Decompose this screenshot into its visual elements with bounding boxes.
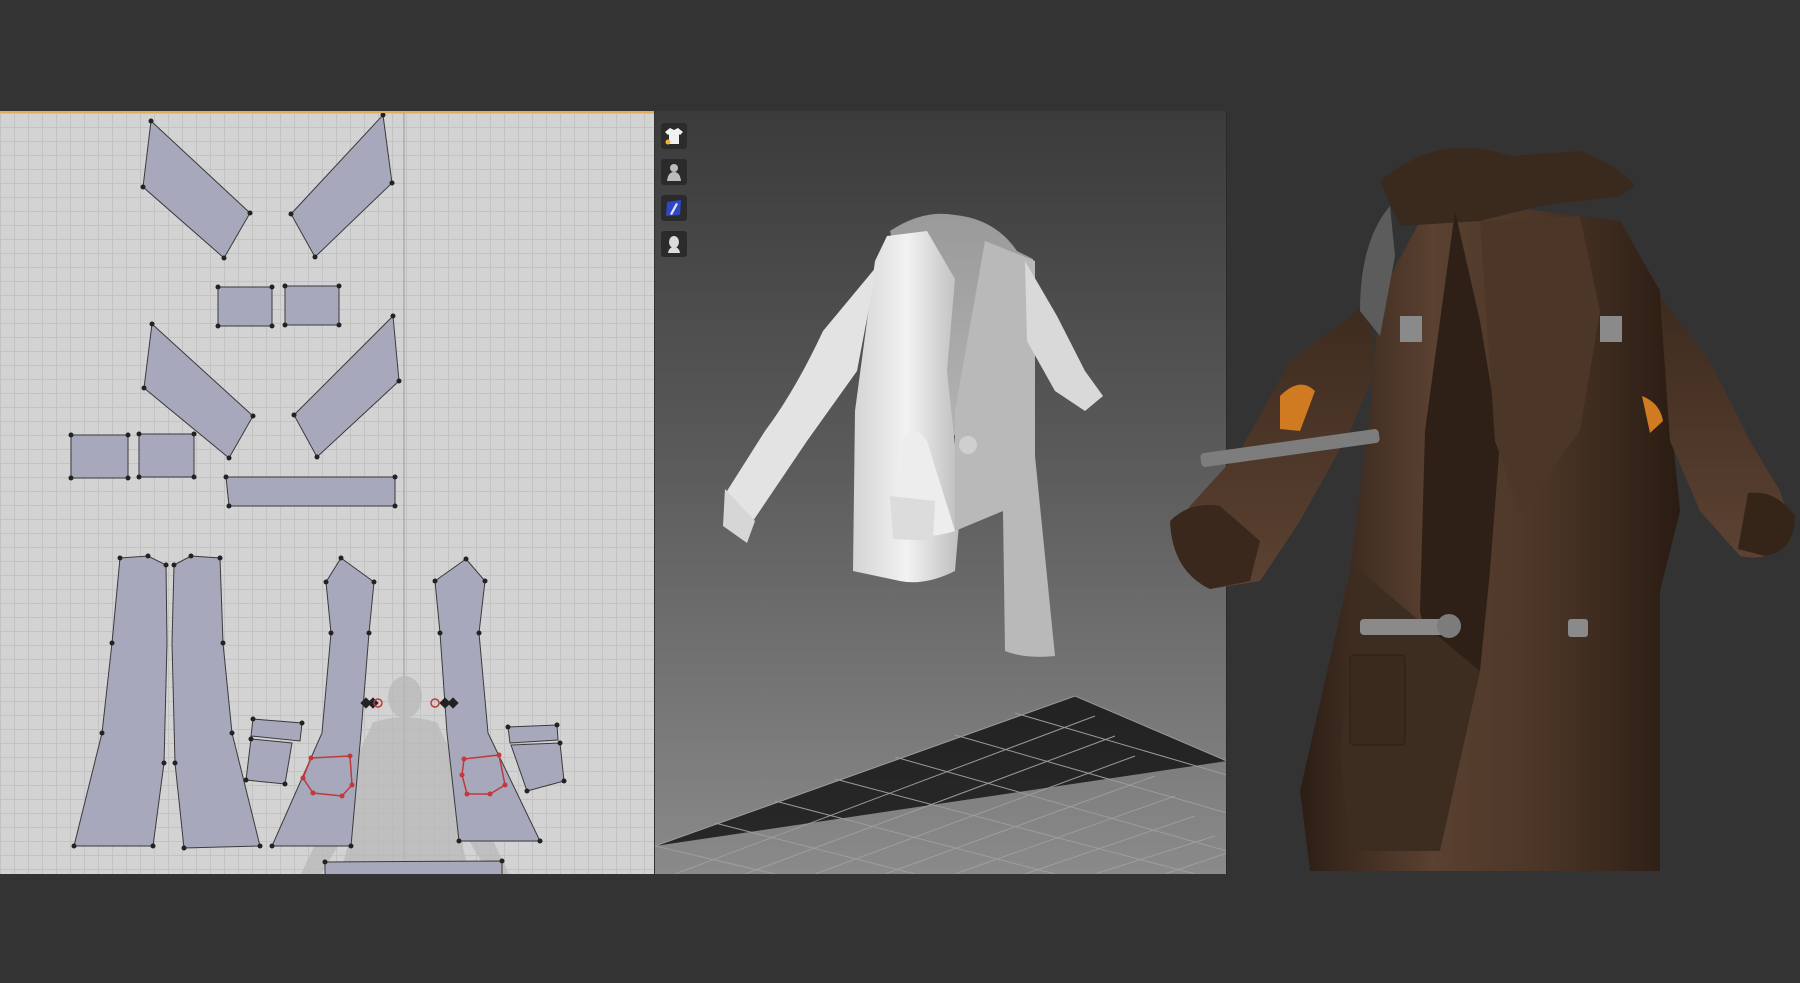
fabric-texture-icon bbox=[666, 200, 681, 216]
garment-3d[interactable] bbox=[723, 213, 1103, 657]
render-view bbox=[1060, 111, 1800, 874]
pattern-piece-pocket[interactable] bbox=[245, 738, 293, 785]
pattern-piece-pocket-flap[interactable] bbox=[507, 724, 559, 744]
coat-render bbox=[1170, 147, 1795, 871]
garment-shirt-button[interactable] bbox=[661, 123, 687, 149]
shoulder-buckle-left bbox=[1400, 316, 1422, 342]
coat-pocket-left bbox=[1349, 654, 1406, 746]
viewport-toolbar bbox=[661, 123, 687, 257]
pattern-piece-collar-left[interactable] bbox=[142, 119, 251, 259]
pattern-piece-hem-band[interactable] bbox=[324, 860, 503, 874]
pattern-window[interactable] bbox=[0, 111, 654, 874]
coat-pocket bbox=[890, 496, 935, 541]
avatar-body-icon bbox=[667, 164, 681, 181]
belt-loop bbox=[1568, 619, 1588, 637]
pattern-piece-belt[interactable] bbox=[225, 476, 396, 507]
pattern-piece-tab[interactable] bbox=[217, 286, 273, 327]
belt-button bbox=[1437, 614, 1461, 638]
pattern-pieces[interactable] bbox=[70, 113, 565, 874]
avatar-head-icon bbox=[668, 236, 680, 253]
pattern-piece-back-right[interactable] bbox=[171, 555, 261, 849]
avatar-body-button[interactable] bbox=[661, 159, 687, 185]
pattern-piece-pocket[interactable] bbox=[510, 742, 565, 792]
avatar-head-button[interactable] bbox=[661, 231, 687, 257]
pattern-piece-tab[interactable] bbox=[284, 285, 340, 326]
pattern-piece-cuff[interactable] bbox=[70, 434, 129, 479]
coat-button bbox=[959, 436, 977, 454]
button-marker-right[interactable] bbox=[430, 697, 459, 709]
pattern-piece-back-left[interactable] bbox=[73, 555, 168, 847]
garment-shirt-icon bbox=[665, 128, 683, 145]
belt-strap bbox=[1360, 619, 1450, 635]
pattern-piece-lapel-right[interactable] bbox=[293, 314, 400, 458]
fabric-texture-button[interactable] bbox=[661, 195, 687, 221]
pattern-piece-collar-right[interactable] bbox=[290, 113, 393, 258]
pattern-canvas[interactable] bbox=[0, 113, 654, 874]
shoulder-buckle-right bbox=[1600, 316, 1622, 342]
pattern-piece-pocket-flap[interactable] bbox=[250, 718, 303, 742]
pattern-piece-cuff[interactable] bbox=[138, 433, 195, 478]
